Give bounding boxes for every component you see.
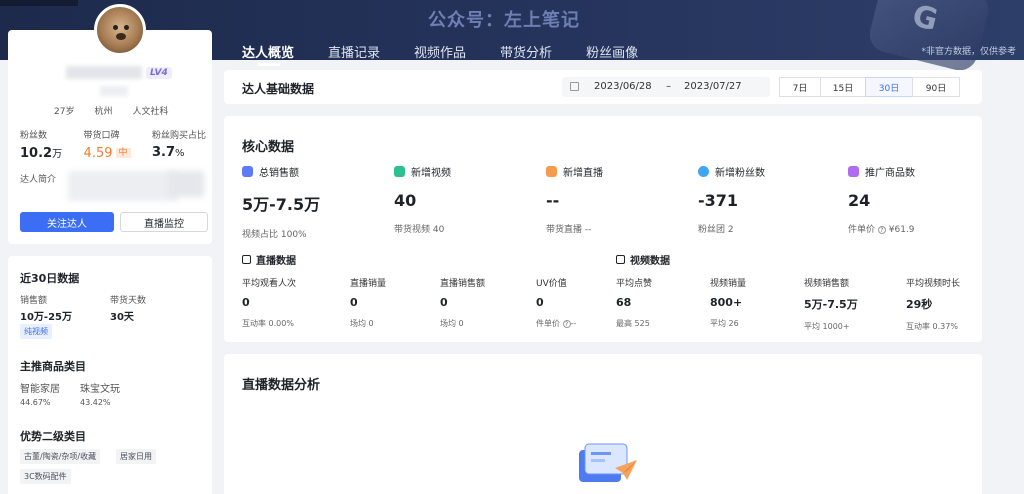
video-avg-duration: 平均视频时长 29秒 互动率 0.37% xyxy=(906,279,961,331)
tag-category: 人文社科 xyxy=(132,107,169,117)
live-avg-views: 平均观看人次 0 互动率 0.00% xyxy=(242,279,297,328)
tab-fans-portrait[interactable]: 粉丝画像 xyxy=(586,42,638,61)
sub-category-title: 优势二级类目 xyxy=(20,430,86,443)
left-info-card: 近30日数据 销售额 10万-25万 带货天数 30天 纯视频 主推商品类目 智… xyxy=(8,256,212,494)
tab-video-works[interactable]: 视频作品 xyxy=(414,42,466,61)
video-data-icon xyxy=(616,255,625,264)
disclaimer-text: *非官方数据，仅供参考 xyxy=(921,47,1016,57)
intro-label: 达人简介 xyxy=(20,175,57,185)
live-analysis-title: 直播数据分析 xyxy=(242,378,321,393)
tab-bar: 达人概览 直播记录 视频作品 带货分析 粉丝画像 xyxy=(242,42,672,66)
metric-new-fans: 新增粉丝数 -371 粉丝团 2 xyxy=(698,166,765,235)
help-icon[interactable]: ? xyxy=(877,226,886,234)
follow-button[interactable]: 关注达人 xyxy=(20,212,114,232)
watermark-text: 公众号：左上笔记 xyxy=(428,10,580,31)
recent-sales-value: 10万-25万 xyxy=(20,312,72,323)
sub-category-chip-3: 3C数码配件 xyxy=(20,469,71,484)
period-7d[interactable]: 7日 xyxy=(779,77,821,97)
metric-new-lives: 新增直播 -- 带货直播 -- xyxy=(546,166,603,235)
main-category-name-1: 智能家居 xyxy=(20,384,60,395)
recent-sales-label: 销售额 xyxy=(20,296,48,306)
tag-city: 杭州 xyxy=(94,107,113,117)
blurred-name xyxy=(66,66,142,79)
main-category-title: 主推商品类目 xyxy=(20,360,86,373)
live-icon xyxy=(546,166,557,177)
sub-category-chip-2: 居家日用 xyxy=(116,449,156,464)
stat-fans: 粉丝数 10.2万 xyxy=(20,131,63,161)
video-icon xyxy=(394,166,405,177)
video-sales-volume: 视频销量 800+ 平均 26 xyxy=(710,279,747,328)
recent-days-value: 30天 xyxy=(110,312,134,323)
video-sales-amount: 视频销售额 5万-7.5万 平均 1000+ xyxy=(804,279,858,331)
blurred-intro-extra xyxy=(168,171,204,197)
blurred-id xyxy=(100,86,128,96)
metric-total-sales: 总销售额 5万-7.5万 视频占比 100% xyxy=(242,166,321,240)
help-icon[interactable]: ? xyxy=(562,320,571,328)
video-only-tag: 纯视频 xyxy=(20,324,52,339)
profile-tags: 27岁 杭州 人文社科 xyxy=(54,104,168,117)
main-category-name-2: 珠宝文玩 xyxy=(80,384,120,395)
metric-new-videos: 新增视频 40 带货视频 40 xyxy=(394,166,451,235)
video-data-header: 视频数据 xyxy=(616,252,670,267)
period-30d[interactable]: 30日 xyxy=(865,77,913,97)
profile-card: LV4 27岁 杭州 人文社科 粉丝数 10.2万 带货口碑 4.59 中 粉丝购… xyxy=(8,4,212,244)
date-range-picker[interactable]: 2023/06/28 – 2023/07/27 xyxy=(562,77,770,97)
recent-days-label: 带货天数 xyxy=(110,296,147,306)
live-analysis-card: 直播数据分析 xyxy=(224,354,982,494)
live-data-header: 直播数据 xyxy=(242,252,296,267)
stat-buy-ratio: 粉丝购买占比 3.7% xyxy=(151,131,206,160)
basic-data-title: 达人基础数据 xyxy=(242,82,315,96)
core-data-title: 核心数据 xyxy=(242,140,295,155)
live-monitor-button[interactable]: 直播监控 xyxy=(120,212,208,232)
tab-live-records[interactable]: 直播记录 xyxy=(328,42,380,61)
tag-age: 27岁 xyxy=(54,107,75,117)
tab-overview[interactable]: 达人概览 xyxy=(242,42,294,66)
date-start: 2023/06/28 xyxy=(594,81,652,92)
empty-state-icon xyxy=(579,443,637,482)
live-sales-volume: 直播销量 0 场均 0 xyxy=(350,279,387,328)
main-category-pct-2: 43.42% xyxy=(80,398,111,407)
goods-icon xyxy=(848,166,859,177)
metric-promoted-goods: 推广商品数 24 件单价 ? ¥61.9 xyxy=(848,166,915,235)
profile-stats: 粉丝数 10.2万 带货口碑 4.59 中 粉丝购买占比 3.7% xyxy=(20,128,206,161)
date-separator: – xyxy=(666,81,671,92)
live-data-icon xyxy=(242,255,251,264)
sales-icon xyxy=(242,166,253,177)
core-data-card: 核心数据 总销售额 5万-7.5万 视频占比 100% 新增视频 40 带货视频… xyxy=(224,116,982,342)
video-avg-likes: 平均点赞 68 最高 525 xyxy=(616,279,653,328)
level-badge: LV4 xyxy=(146,67,172,79)
basic-data-card: 达人基础数据 2023/06/28 – 2023/07/27 7日 15日 30… xyxy=(224,70,982,104)
stat-reputation: 带货口碑 4.59 中 xyxy=(84,128,131,161)
logo-strip xyxy=(0,0,78,6)
tab-sales-analysis[interactable]: 带货分析 xyxy=(500,42,552,61)
fans-icon xyxy=(698,166,709,177)
decoration-cube-icon: G xyxy=(865,0,993,75)
reputation-badge: 中 xyxy=(115,148,131,158)
main-category-pct-1: 44.67% xyxy=(20,398,51,407)
avatar[interactable] xyxy=(94,4,146,56)
live-sales-amount: 直播销售额 0 场均 0 xyxy=(440,279,486,328)
period-selector: 7日 15日 30日 90日 xyxy=(779,77,960,97)
recent-title: 近30日数据 xyxy=(20,272,80,285)
calendar-icon xyxy=(570,82,579,91)
period-90d[interactable]: 90日 xyxy=(912,77,960,97)
date-end: 2023/07/27 xyxy=(684,81,742,92)
sub-category-chip-1: 古董/陶瓷/杂项/收藏 xyxy=(20,449,101,464)
period-15d[interactable]: 15日 xyxy=(820,77,866,97)
blurred-intro xyxy=(68,171,178,201)
